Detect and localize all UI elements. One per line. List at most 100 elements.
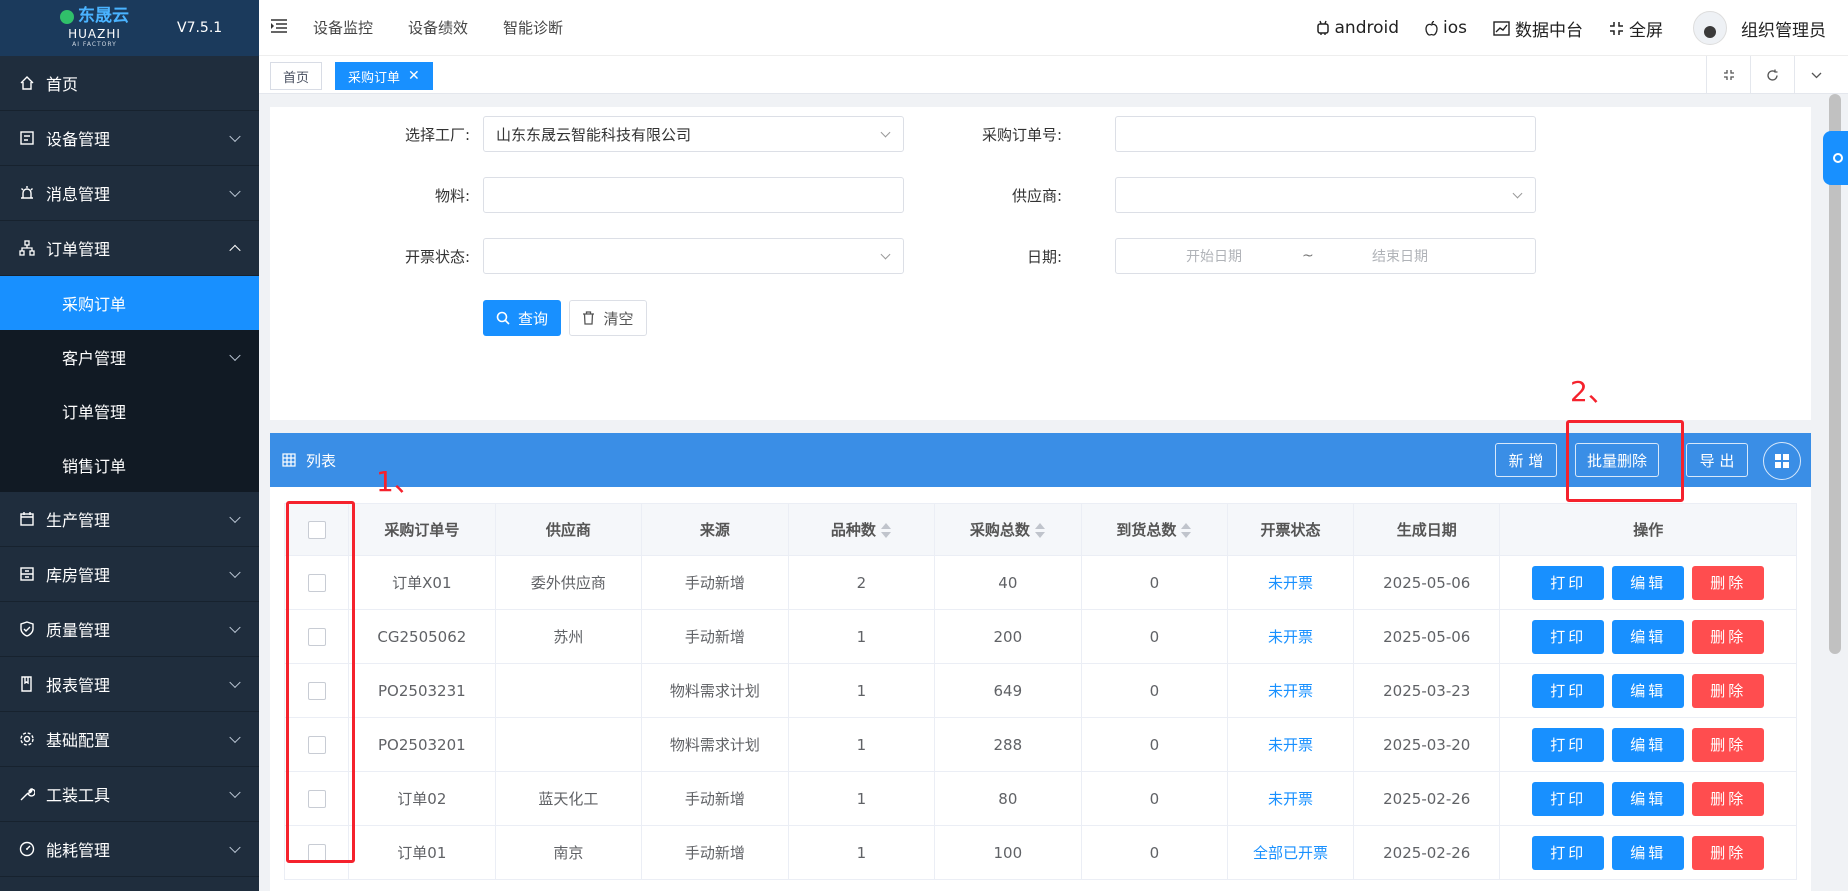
cell-total: 288 [934,717,1082,772]
delete-button[interactable]: 删除 [1692,673,1765,708]
cell-invoice-status: 未开票 [1227,609,1354,664]
sidebar-item-production[interactable]: 生产管理 [0,492,259,547]
edit-button[interactable]: 编辑 [1612,781,1685,816]
layout-grid-icon [1775,454,1789,468]
col-arrived[interactable]: 到货总数 [1080,503,1229,556]
sidebar-subitem-sales-order[interactable]: 销售订单 [0,438,259,492]
print-button[interactable]: 打印 [1532,835,1605,870]
edit-button[interactable]: 编辑 [1612,727,1685,762]
edit-button[interactable]: 编辑 [1612,619,1685,654]
edit-button[interactable]: 编辑 [1612,565,1685,600]
edit-button[interactable]: 编辑 [1612,673,1685,708]
date-end-input[interactable]: 结束日期 [1372,246,1428,266]
column-settings-button[interactable] [1763,442,1801,480]
sidebar-item-report[interactable]: 报表管理 [0,657,259,712]
chevron-down-icon [229,621,241,634]
nav-device-monitor[interactable]: 设备监控 [313,17,373,38]
col-total[interactable]: 采购总数 [934,503,1082,556]
add-button[interactable]: 新 增 [1495,443,1557,477]
supplier-select[interactable] [1115,177,1536,213]
menu-toggle-icon[interactable] [271,18,287,37]
delete-button[interactable]: 删除 [1692,781,1765,816]
query-button[interactable]: 查询 [483,300,561,336]
android-link[interactable]: android [1316,18,1399,38]
logo[interactable]: 东晟云 HUAZHI AI FACTORY V7.5.1 [0,0,259,56]
floating-settings-button[interactable] [1823,131,1848,185]
edit-button[interactable]: 编辑 [1612,835,1685,870]
print-button[interactable]: 打印 [1532,565,1605,600]
date-start-input[interactable]: 开始日期 [1186,246,1242,266]
delete-button[interactable]: 删除 [1692,565,1765,600]
collapse-tabs-button[interactable] [1706,56,1750,94]
sidebar-item-message[interactable]: 消息管理 [0,166,259,221]
sidebar-item-home[interactable]: 首页 [0,56,259,111]
sidebar-item-device[interactable]: 设备管理 [0,111,259,166]
sort-icon[interactable] [880,522,892,540]
chevron-down-icon [229,786,241,799]
sort-icon[interactable] [1180,522,1192,540]
nav-smart-diagnosis[interactable]: 智能诊断 [503,17,563,38]
invoice-status-select[interactable] [483,238,904,274]
refresh-button[interactable] [1750,56,1794,94]
chevron-down-icon [229,841,241,854]
col-kinds[interactable]: 品种数 [787,503,936,556]
invoice-status-link[interactable]: 未开票 [1268,736,1313,754]
ios-link[interactable]: ios [1425,18,1467,38]
sidebar-subitem-purchase-order[interactable]: 采购订单 [0,276,259,330]
delete-button[interactable]: 删除 [1692,619,1765,654]
cell-total: 649 [934,663,1082,718]
delete-button[interactable]: 删除 [1692,727,1765,762]
sidebar-item-label: 首页 [46,75,79,94]
cell-arrived: 0 [1080,771,1229,826]
print-button[interactable]: 打印 [1532,781,1605,816]
factory-select[interactable]: 山东东晟云智能科技有限公司 [483,116,904,152]
tabs-dropdown-button[interactable] [1794,56,1838,94]
tab-home[interactable]: 首页 [270,62,323,90]
close-icon[interactable]: ✕ [408,68,420,84]
user-name[interactable]: 组织管理员 [1741,16,1826,41]
delete-button[interactable]: 删除 [1692,835,1765,870]
invoice-status-link[interactable]: 未开票 [1268,574,1313,592]
tabs-bar: 首页 采购订单 ✕ [259,56,1848,94]
export-button[interactable]: 导 出 [1686,443,1748,477]
sidebar-item-order[interactable]: 订单管理 [0,221,259,276]
invoice-status-link[interactable]: 未开票 [1268,628,1313,646]
chevron-down-icon [229,185,241,198]
sort-icon[interactable] [1034,522,1046,540]
table-row: 订单02 蓝天化工 手动新增 1 80 0 未开票 2025-02-26 打印 编辑 删除 [283,771,1797,826]
date-range-picker[interactable]: 开始日期 ~ 结束日期 [1115,238,1536,274]
order-no-input[interactable] [1115,116,1536,152]
sidebar-item-warehouse[interactable]: 库房管理 [0,547,259,602]
invoice-status-link[interactable]: 未开票 [1268,682,1313,700]
cell-actions: 打印 编辑 删除 [1499,825,1797,880]
add-button-label: 新 增 [1508,451,1544,470]
print-button[interactable]: 打印 [1532,727,1605,762]
sidebar-subitem-customer[interactable]: 客户管理 [0,330,259,384]
data-center-link[interactable]: 数据中台 [1493,16,1583,41]
sidebar-subitem-order-manage[interactable]: 订单管理 [0,384,259,438]
cell-order-no: 订单X01 [348,555,496,610]
sidebar-item-config[interactable]: 基础配置 [0,712,259,767]
print-button[interactable]: 打印 [1532,619,1605,654]
chevron-down-icon [229,676,241,689]
cell-date: 2025-02-26 [1352,771,1501,826]
print-button[interactable]: 打印 [1532,673,1605,708]
material-input[interactable] [483,177,904,213]
invoice-status-link[interactable]: 全部已开票 [1253,844,1328,862]
cell-order-no: 订单01 [348,825,496,880]
sidebar-item-tooling[interactable]: 工装工具 [0,767,259,822]
cell-invoice-status: 未开票 [1227,663,1354,718]
org-tree-icon [18,239,36,257]
clear-button[interactable]: 清空 [569,300,647,336]
nav-device-performance[interactable]: 设备绩效 [408,17,468,38]
fullscreen-button[interactable]: 全屏 [1609,16,1663,41]
cell-actions: 打印 编辑 删除 [1499,663,1797,718]
col-supplier: 供应商 [494,503,643,556]
sidebar-item-quality[interactable]: 质量管理 [0,602,259,657]
date-label: 日期: [1026,248,1062,266]
invoice-status-link[interactable]: 未开票 [1268,790,1313,808]
tab-purchase-order[interactable]: 采购订单 ✕ [335,62,433,90]
sidebar-item-label: 质量管理 [46,621,111,640]
sidebar-item-energy[interactable]: 能耗管理 [0,822,259,877]
avatar[interactable] [1693,11,1727,45]
